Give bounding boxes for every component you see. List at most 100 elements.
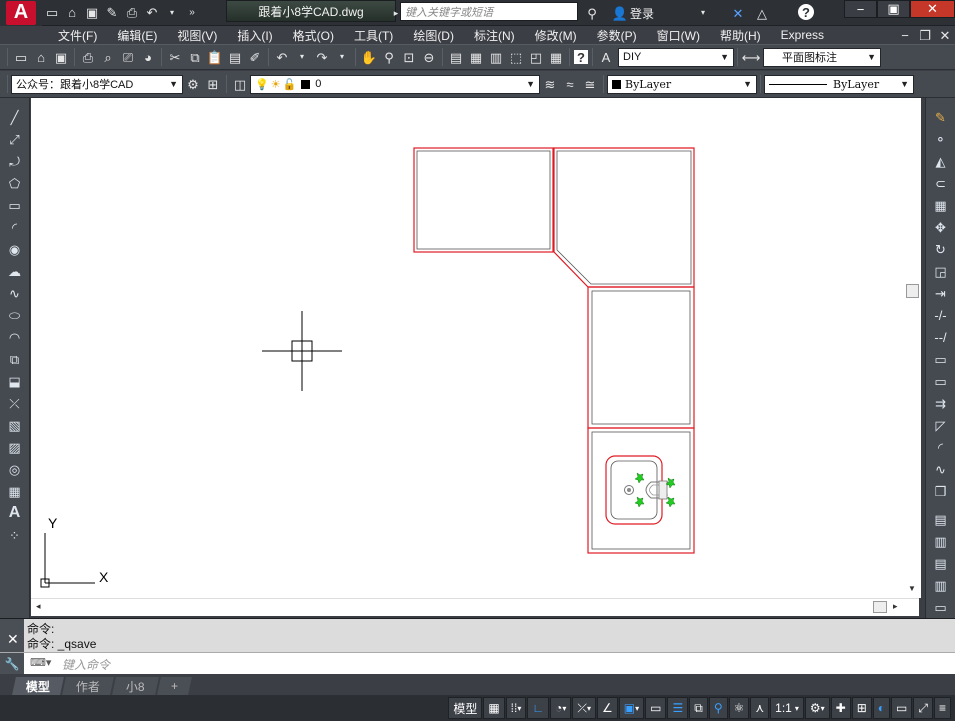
stretch-icon[interactable]: ⇥ xyxy=(932,284,950,302)
application-menu-button[interactable]: A xyxy=(0,0,42,26)
paste-icon[interactable]: 📋 xyxy=(206,48,224,66)
isodraft-toggle[interactable]: ⤫ ▾ xyxy=(572,697,596,719)
selection-cycling-toggle[interactable]: ⧉ xyxy=(689,697,708,719)
print-icon[interactable]: ⎙ xyxy=(123,4,141,22)
layer-properties-icon[interactable]: ◫ xyxy=(231,75,249,93)
new-file-icon[interactable]: ▭ xyxy=(43,4,61,22)
circle-icon[interactable]: ◉ xyxy=(6,240,24,258)
dropdown-icon[interactable]: ▾ xyxy=(821,704,825,713)
zoom-previous-icon[interactable]: ⊖ xyxy=(420,48,438,66)
doc-minimize-button[interactable]: − xyxy=(896,26,914,44)
doc-close-button[interactable]: ✕ xyxy=(936,26,954,44)
units-button[interactable]: ⊞ xyxy=(851,697,872,719)
menu-express[interactable]: Express xyxy=(771,28,834,42)
search-input[interactable]: 键入关键字或短语 xyxy=(400,2,578,21)
layer-state-icon[interactable]: ≅ xyxy=(581,75,599,93)
menu-help[interactable]: 帮助(H) xyxy=(710,27,771,44)
dropdown-icon[interactable]: ▾ xyxy=(517,704,521,713)
line-icon[interactable]: ╱ xyxy=(6,108,24,126)
chamfer-icon[interactable]: ◸ xyxy=(932,416,950,434)
cut-icon[interactable]: ✂ xyxy=(166,48,184,66)
paste-block-icon[interactable]: ▤ xyxy=(226,48,244,66)
vertical-scrollbar[interactable]: ▼ xyxy=(904,98,921,598)
hatch-icon[interactable]: ▧ xyxy=(6,416,24,434)
horizontal-scrollbar[interactable]: ◂ ▸ xyxy=(31,598,919,615)
mirror-icon[interactable]: ◭ xyxy=(932,152,950,170)
layer-select[interactable]: 💡 ☀ 🔓 0 ▼ xyxy=(250,74,540,94)
rectangle-icon[interactable]: ▭ xyxy=(6,196,24,214)
save-as-icon[interactable]: ✎ xyxy=(103,4,121,22)
menu-format[interactable]: 格式(O) xyxy=(283,27,344,44)
transparency-toggle[interactable]: ☰ xyxy=(667,697,689,719)
annotation-visibility-toggle[interactable]: ⚛ xyxy=(728,697,750,719)
dynamic-ucs-toggle[interactable]: ⚲ xyxy=(708,697,728,719)
3d-dwf-icon[interactable]: ◕ xyxy=(139,48,157,66)
add-selected-icon[interactable]: ⁘ xyxy=(6,526,24,544)
explode-icon[interactable]: ❒ xyxy=(932,482,950,500)
undo-icon[interactable]: ↶ xyxy=(143,4,161,22)
linetype-select[interactable]: ByLayer ▼ xyxy=(764,74,914,94)
layer-previous-icon[interactable]: ≈ xyxy=(561,75,579,93)
polygon-icon[interactable]: ⬠ xyxy=(6,174,24,192)
make-block-icon[interactable]: ⬓ xyxy=(6,372,24,390)
menu-edit[interactable]: 编辑(E) xyxy=(107,27,167,44)
erase-icon[interactable]: ✎ xyxy=(932,108,950,126)
gear-icon[interactable]: ⚙ xyxy=(184,75,202,93)
menu-tools[interactable]: 工具(T) xyxy=(344,27,403,44)
sheet-set-icon[interactable]: ⬚ xyxy=(507,48,525,66)
point-icon[interactable]: ⤫ xyxy=(6,394,24,412)
close-button[interactable]: ✕ xyxy=(910,0,955,18)
customize-icon[interactable]: 🔧 xyxy=(0,653,24,675)
open-icon[interactable]: ⌂ xyxy=(32,48,50,66)
zoom-realtime-icon[interactable]: ⚲ xyxy=(380,48,398,66)
isolate-objects-button[interactable]: ◐ xyxy=(872,697,891,719)
scroll-thumb[interactable] xyxy=(873,601,887,613)
binoculars-icon[interactable]: ⚲ xyxy=(583,4,601,22)
help-icon[interactable]: ? xyxy=(798,4,814,20)
revision-cloud-icon[interactable]: ☁ xyxy=(6,262,24,280)
annotation-autoscale-toggle[interactable]: ⋏ xyxy=(750,697,770,719)
clean-screen-button[interactable]: ⤢ xyxy=(913,697,933,719)
undo-dropdown-icon[interactable]: ▾ xyxy=(293,48,311,66)
sink-fixture[interactable] xyxy=(605,455,676,525)
command-window-grip[interactable]: ✕ xyxy=(0,619,24,653)
add-layout-button[interactable]: + xyxy=(156,677,192,695)
extend-icon[interactable]: --/ xyxy=(932,328,950,346)
maximize-button[interactable]: ▣ xyxy=(877,0,910,18)
draworder-above-icon[interactable]: ▤ xyxy=(932,554,950,572)
scroll-down-icon[interactable]: ▼ xyxy=(908,584,916,593)
copy-object-icon[interactable]: ⚬ xyxy=(932,130,950,148)
menu-dimension[interactable]: 标注(N) xyxy=(464,27,525,44)
plot-icon[interactable]: ⎙ xyxy=(79,48,97,66)
blend-curves-icon[interactable]: ∿ xyxy=(932,460,950,478)
model-space-button[interactable]: 模型 xyxy=(448,697,483,719)
scroll-right-icon[interactable]: ▸ xyxy=(893,601,898,612)
login-button[interactable]: 👤 登录 ▾ xyxy=(610,4,713,22)
undo-icon[interactable]: ↶ xyxy=(273,48,291,66)
rotate-icon[interactable]: ↻ xyxy=(932,240,950,258)
dimension-style-icon[interactable]: ⟷ xyxy=(742,48,761,66)
scroll-thumb[interactable] xyxy=(906,284,919,298)
grid-toggle[interactable]: ▦ xyxy=(483,697,505,719)
object-snap-tracking-toggle[interactable]: ∠ xyxy=(597,697,618,719)
gradient-icon[interactable]: ▨ xyxy=(6,438,24,456)
pan-icon[interactable]: ✋ xyxy=(360,48,378,66)
break-icon[interactable]: ▭ xyxy=(932,372,950,390)
zoom-window-icon[interactable]: ⊡ xyxy=(400,48,418,66)
dropdown-icon[interactable]: ▾ xyxy=(562,704,566,713)
region-icon[interactable]: ◎ xyxy=(6,460,24,478)
copy-icon[interactable]: ⧉ xyxy=(186,48,204,66)
calculator-icon[interactable]: ▦ xyxy=(547,48,565,66)
room-middle[interactable] xyxy=(587,286,695,429)
dropdown-icon[interactable]: ▾ xyxy=(163,4,181,22)
lineweight-toggle[interactable]: ▭ xyxy=(645,697,667,719)
save-icon[interactable]: ▣ xyxy=(52,48,70,66)
ellipse-icon[interactable]: ⬭ xyxy=(6,306,24,324)
dropdown-icon[interactable]: ▾ xyxy=(587,704,591,713)
dimension-style-select[interactable]: 平面图标注 ▼ xyxy=(763,47,881,67)
ellipse-arc-icon[interactable]: ◠ xyxy=(6,328,24,346)
annotate-objects-toggle[interactable]: ✚ xyxy=(830,697,851,719)
match-properties-icon[interactable]: ✐ xyxy=(246,48,264,66)
offset-icon[interactable]: ⊂ xyxy=(932,174,950,192)
menu-modify[interactable]: 修改(M) xyxy=(525,27,587,44)
